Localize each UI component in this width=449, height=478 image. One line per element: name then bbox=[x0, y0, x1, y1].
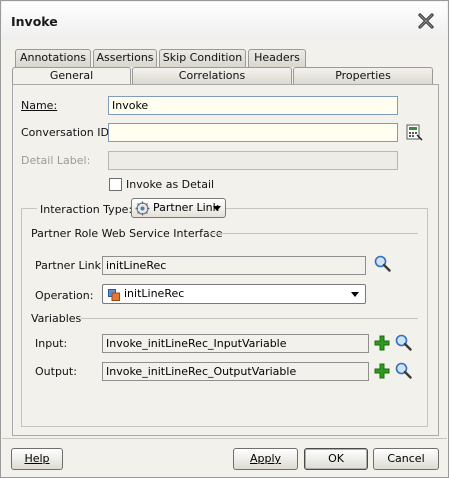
tab-correlations[interactable]: Correlations bbox=[132, 67, 292, 85]
input-variable-search-icon[interactable] bbox=[395, 334, 412, 351]
variables-separator bbox=[81, 318, 418, 319]
close-icon[interactable] bbox=[417, 12, 435, 30]
tab-annotations[interactable]: Annotations bbox=[15, 49, 91, 67]
cancel-button[interactable]: Cancel bbox=[373, 448, 439, 470]
name-field[interactable]: Invoke bbox=[108, 96, 398, 115]
output-label: Output: bbox=[35, 365, 77, 378]
partner-link-field[interactable]: initLineRec bbox=[102, 256, 366, 275]
ok-button[interactable]: OK bbox=[304, 448, 368, 470]
partner-link-icon bbox=[135, 201, 150, 216]
invoke-dialog: Invoke Annotations Assertions Skip Condi… bbox=[0, 0, 449, 478]
interaction-type-value: Partner Link bbox=[153, 201, 219, 214]
add-output-variable-icon[interactable] bbox=[374, 363, 390, 379]
input-variable-field[interactable]: Invoke_initLineRec_InputVariable bbox=[102, 334, 369, 353]
tab-headers[interactable]: Headers bbox=[248, 49, 306, 67]
operation-dropdown[interactable]: initLineRec bbox=[102, 284, 366, 304]
apply-button[interactable]: Apply bbox=[233, 448, 298, 470]
partner-link-label: Partner Link: bbox=[35, 259, 105, 272]
input-label: Input: bbox=[35, 337, 68, 350]
dialog-title: Invoke bbox=[11, 14, 58, 29]
conversation-id-label: Conversation ID: bbox=[21, 126, 113, 139]
tab-skip-condition[interactable]: Skip Condition bbox=[159, 49, 246, 67]
partner-role-section-title: Partner Role Web Service Interface bbox=[31, 227, 223, 240]
invoke-as-detail-checkbox[interactable] bbox=[109, 178, 122, 191]
chevron-down-icon bbox=[351, 292, 359, 297]
tab-properties[interactable]: Properties bbox=[293, 67, 433, 85]
chevron-down-icon bbox=[213, 206, 221, 211]
operation-value: initLineRec bbox=[124, 287, 185, 300]
invoke-as-detail-label: Invoke as Detail bbox=[126, 178, 215, 191]
tab-assertions[interactable]: Assertions bbox=[93, 49, 157, 67]
interaction-type-dropdown[interactable]: Partner Link bbox=[131, 198, 226, 218]
output-variable-search-icon[interactable] bbox=[395, 362, 412, 379]
footer-separator bbox=[2, 438, 447, 439]
conversation-id-field[interactable] bbox=[108, 123, 398, 142]
conversation-id-generator-icon[interactable] bbox=[406, 124, 423, 141]
partner-link-search-icon[interactable] bbox=[374, 255, 391, 272]
detail-label-label: Detail Label: bbox=[21, 154, 91, 167]
variables-section-title: Variables bbox=[31, 312, 82, 325]
interaction-type-label: Interaction Type: bbox=[37, 203, 136, 216]
operation-label: Operation: bbox=[35, 289, 94, 302]
detail-label-field bbox=[108, 151, 398, 170]
add-input-variable-icon[interactable] bbox=[374, 335, 390, 351]
operation-icon bbox=[108, 289, 120, 301]
output-variable-field[interactable]: Invoke_initLineRec_OutputVariable bbox=[102, 362, 369, 381]
partner-role-separator bbox=[208, 233, 418, 234]
title-bar: Invoke bbox=[2, 2, 447, 40]
name-label: Name: bbox=[21, 99, 58, 112]
help-button[interactable]: Help bbox=[11, 448, 63, 470]
